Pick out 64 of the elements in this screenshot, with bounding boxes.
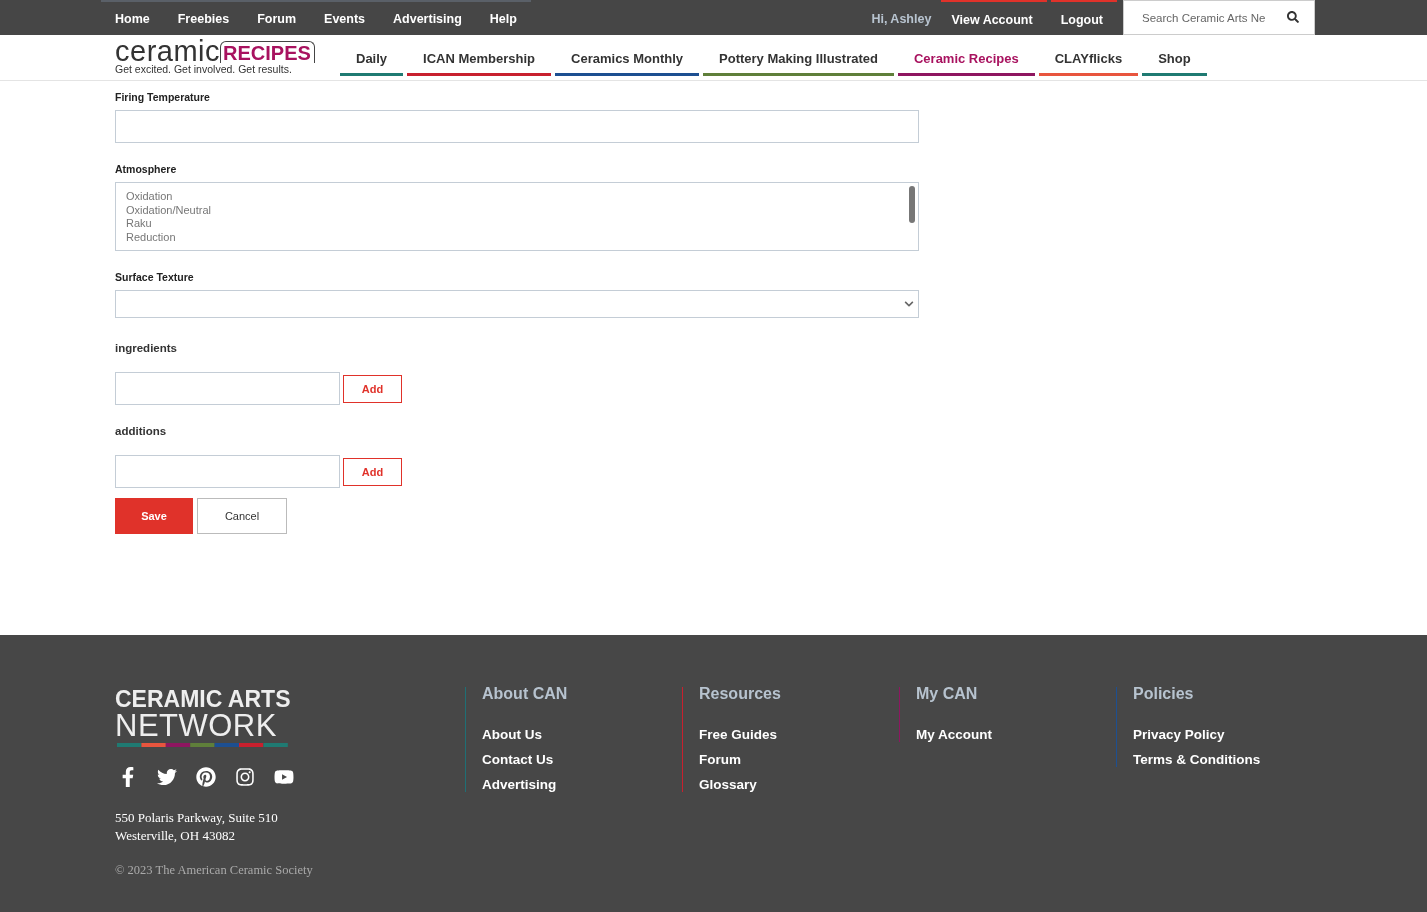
footer-link[interactable]: Advertising bbox=[482, 777, 682, 792]
account-link[interactable]: View Account bbox=[941, 0, 1047, 35]
footer-link[interactable]: About Us bbox=[482, 727, 682, 742]
search-icon[interactable] bbox=[1287, 11, 1299, 23]
field-label: Firing Temperature bbox=[115, 91, 211, 103]
youtube-icon[interactable] bbox=[274, 767, 294, 787]
site-tab[interactable]: ICAN Membership bbox=[407, 51, 552, 76]
add-button[interactable]: Add bbox=[343, 374, 402, 403]
address-line: 550 Polaris Parkway, Suite 510 bbox=[115, 809, 279, 827]
column-title: My CAN bbox=[916, 685, 979, 703]
nav-link[interactable]: Home bbox=[101, 0, 164, 35]
column-title: Resources bbox=[699, 685, 782, 703]
copyright-text: © 2023 The American Ceramic Society bbox=[115, 863, 314, 878]
logo-tagline: Get excited. Get involved. Get results. bbox=[115, 63, 293, 75]
cancel-button[interactable]: Cancel bbox=[197, 498, 287, 534]
greeting-text: Hi, Ashley bbox=[871, 10, 933, 28]
list-option[interactable]: Oxidation/Neutral bbox=[126, 203, 908, 218]
field-label: Surface Texture bbox=[115, 271, 195, 283]
logo-text: ceramic bbox=[115, 39, 220, 63]
save-button[interactable]: Save bbox=[115, 498, 193, 534]
list-option[interactable]: Reduction bbox=[126, 230, 908, 245]
site-tab[interactable]: Ceramic Recipes bbox=[897, 51, 1035, 76]
list-option[interactable]: Raku bbox=[126, 217, 908, 231]
pinterest-icon[interactable] bbox=[196, 767, 216, 787]
input-field[interactable] bbox=[115, 455, 340, 488]
nav-link[interactable]: Help bbox=[475, 0, 531, 35]
nav-link[interactable]: Events bbox=[310, 0, 380, 35]
search-field[interactable]: Search Ceramic Arts Ne bbox=[1123, 0, 1315, 35]
select-field[interactable] bbox=[115, 290, 919, 318]
column-title: About CAN bbox=[482, 685, 569, 703]
nav-link[interactable]: Advertising bbox=[379, 0, 476, 35]
footer-link[interactable]: Forum bbox=[699, 752, 899, 767]
list-box[interactable]: Oxidation Oxidation/Neutral Raku Reduction bbox=[115, 182, 919, 251]
field-label: Atmosphere bbox=[115, 163, 178, 175]
footer-link[interactable]: Privacy Policy bbox=[1133, 727, 1333, 742]
account-link[interactable]: Logout bbox=[1050, 0, 1117, 35]
site-tab[interactable]: Daily bbox=[340, 51, 404, 76]
site-tab[interactable]: Ceramics Monthly bbox=[555, 51, 700, 76]
footer-logo-text: CERAMIC ARTS bbox=[115, 687, 292, 711]
footer-link[interactable]: My Account bbox=[916, 727, 1116, 742]
input-field[interactable] bbox=[115, 110, 919, 143]
footer-link[interactable]: Glossary bbox=[699, 777, 899, 792]
site-tab[interactable]: CLAYflicks bbox=[1038, 51, 1139, 76]
field-label: ingredients bbox=[115, 342, 178, 354]
logo-text: RECIPES bbox=[220, 41, 315, 63]
twitter-icon[interactable] bbox=[157, 767, 177, 787]
input-field[interactable] bbox=[115, 372, 340, 405]
site-tab[interactable]: Shop bbox=[1142, 51, 1207, 76]
list-option[interactable]: Oxidation bbox=[126, 190, 908, 204]
instagram-icon[interactable] bbox=[235, 767, 255, 787]
footer-link[interactable]: Contact Us bbox=[482, 752, 682, 767]
footer-link[interactable]: Terms & Conditions bbox=[1133, 752, 1333, 767]
column-title: Policies bbox=[1133, 685, 1195, 703]
address-line: Westerville, OH 43082 bbox=[115, 827, 236, 845]
nav-link[interactable]: Freebies bbox=[163, 0, 244, 35]
footer-link[interactable]: Free Guides bbox=[699, 727, 899, 742]
chevron-icon bbox=[904, 299, 914, 309]
add-button[interactable]: Add bbox=[343, 457, 402, 486]
field-label: additions bbox=[115, 425, 168, 437]
site-tab[interactable]: Pottery Making Illustrated bbox=[703, 51, 894, 76]
footer-logo-text: NETWORK bbox=[115, 711, 278, 741]
stripe-icon bbox=[117, 743, 288, 747]
nav-link[interactable]: Forum bbox=[243, 0, 311, 35]
scrollbar-thumb[interactable] bbox=[909, 186, 915, 223]
